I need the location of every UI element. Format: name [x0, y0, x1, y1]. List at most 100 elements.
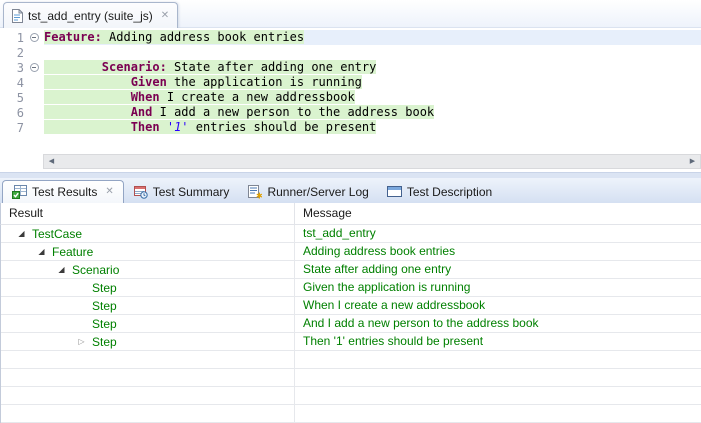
editor-line[interactable]: Scenario: State after adding one entry	[44, 60, 701, 75]
tab-label: Test Description	[407, 185, 492, 199]
result-cell: Step	[1, 297, 295, 314]
tab-test-description[interactable]: Test Description	[378, 180, 501, 203]
line-number: 5	[0, 91, 26, 105]
column-header-result[interactable]: Result	[1, 203, 295, 224]
code-segment: Feature:	[44, 30, 102, 44]
result-cell: ◢TestCase	[1, 225, 295, 242]
editor-tab-bar: tst_add_entry (suite_js) ✕	[0, 0, 701, 28]
editor-line[interactable]: Feature: Adding address book entries	[44, 30, 701, 45]
test-results-icon	[12, 185, 27, 199]
results-panel-tab-bar: Test Results ✕ Test Summary	[0, 178, 701, 203]
line-highlight: And I add a new person to the address bo…	[44, 105, 434, 119]
collapsed-arrow-icon[interactable]: ▷	[75, 337, 88, 346]
editor-code-area[interactable]: Feature: Adding address book entries Sce…	[44, 30, 701, 135]
test-description-icon	[387, 185, 402, 198]
results-table-body: ◢TestCasetst_add_entry◢FeatureAdding add…	[0, 225, 701, 423]
close-icon[interactable]: ✕	[158, 11, 169, 21]
result-label: Scenario	[72, 263, 119, 277]
editor-tab[interactable]: tst_add_entry (suite_js) ✕	[3, 2, 178, 28]
message-cell: Then '1' entries should be present	[295, 333, 701, 350]
column-header-message[interactable]: Message	[295, 203, 701, 224]
code-segment: I create a new addressbook	[160, 90, 355, 104]
result-cell	[1, 387, 295, 404]
fold-column	[26, 63, 42, 72]
line-highlight: Then '1' entries should be present	[44, 120, 376, 134]
code-segment: the application is running	[167, 75, 362, 89]
gutter-row: 6	[0, 105, 44, 120]
editor-tab-title: tst_add_entry (suite_js)	[28, 9, 153, 23]
message-cell: tst_add_entry	[295, 225, 701, 242]
horizontal-scrollbar[interactable]: ◀ ▶	[43, 154, 701, 169]
empty-row	[1, 387, 701, 405]
code-segment: Then	[131, 120, 160, 134]
gutter-row: 4	[0, 75, 44, 90]
fold-collapse-icon[interactable]	[30, 33, 39, 42]
fold-collapse-icon[interactable]	[30, 63, 39, 72]
gutter-row: 7	[0, 120, 44, 135]
results-table-header: Result Message	[0, 203, 701, 225]
result-label: Step	[92, 281, 117, 295]
line-highlight: Given the application is running	[44, 75, 362, 89]
editor-line[interactable]	[44, 45, 701, 60]
editor-line[interactable]: Given the application is running	[44, 75, 701, 90]
gutter-row: 1	[0, 30, 44, 45]
message-cell	[295, 351, 701, 368]
empty-row	[1, 405, 701, 423]
scroll-left-icon[interactable]: ◀	[44, 155, 59, 168]
result-label: Step	[92, 335, 117, 349]
test-summary-icon	[133, 185, 148, 199]
empty-row	[1, 351, 701, 369]
result-label: Step	[92, 317, 117, 331]
result-cell	[1, 369, 295, 386]
fold-column	[26, 33, 42, 42]
message-cell: And I add a new person to the address bo…	[295, 315, 701, 332]
result-cell: ◢Feature	[1, 243, 295, 260]
result-label: Step	[92, 299, 117, 313]
expanded-arrow-icon[interactable]: ◢	[15, 229, 28, 238]
file-icon	[11, 9, 23, 23]
close-icon[interactable]: ✕	[102, 187, 113, 197]
expanded-arrow-icon[interactable]: ◢	[35, 247, 48, 256]
result-tree-row[interactable]: Step And I add a new person to the addres…	[1, 315, 701, 333]
code-segment: When	[131, 90, 160, 104]
result-tree-row[interactable]: Step When I create a new addressbook	[1, 297, 701, 315]
line-highlight: Feature: Adding address book entries	[44, 30, 304, 44]
line-number: 2	[0, 46, 26, 60]
gutter-row: 2	[0, 45, 44, 60]
tab-label: Runner/Server Log	[267, 185, 368, 199]
code-segment: Adding address book entries	[102, 30, 304, 44]
tab-runner-server-log[interactable]: ✱ Runner/Server Log	[238, 180, 377, 203]
result-tree-row[interactable]: ◢ Scenario State after adding one entry	[1, 261, 701, 279]
line-number: 4	[0, 76, 26, 90]
editor-line[interactable]: Then '1' entries should be present	[44, 120, 701, 135]
code-segment: Given	[131, 75, 167, 89]
editor-line[interactable]: When I create a new addressbook	[44, 90, 701, 105]
message-cell	[295, 405, 701, 422]
message-cell: State after adding one entry	[295, 261, 701, 278]
result-tree-row[interactable]: ◢FeatureAdding address book entries	[1, 243, 701, 261]
code-segment	[44, 75, 131, 89]
tab-test-summary[interactable]: Test Summary	[124, 180, 239, 203]
result-cell: Step	[1, 279, 295, 296]
result-cell	[1, 405, 295, 422]
message-cell: When I create a new addressbook	[295, 297, 701, 314]
scroll-right-icon[interactable]: ▶	[685, 155, 700, 168]
code-editor[interactable]: 1234567 Feature: Adding address book ent…	[0, 28, 701, 154]
result-cell: ◢ Scenario	[1, 261, 295, 278]
svg-text:✱: ✱	[256, 191, 262, 199]
editor-line[interactable]: And I add a new person to the address bo…	[44, 105, 701, 120]
runner-server-log-icon: ✱	[247, 185, 262, 199]
result-tree-row[interactable]: ▷ Step Then '1' entries should be present	[1, 333, 701, 351]
message-cell: Adding address book entries	[295, 243, 701, 260]
expanded-arrow-icon[interactable]: ◢	[55, 265, 68, 274]
tab-test-results[interactable]: Test Results ✕	[2, 180, 124, 203]
message-cell	[295, 369, 701, 386]
code-segment: And	[131, 105, 153, 119]
line-highlight: When I create a new addressbook	[44, 90, 355, 104]
result-tree-row[interactable]: StepGiven the application is running	[1, 279, 701, 297]
result-tree-row[interactable]: ◢TestCasetst_add_entry	[1, 225, 701, 243]
line-highlight: Scenario: State after adding one entry	[44, 60, 376, 74]
code-segment: entries should be present	[189, 120, 377, 134]
code-segment	[44, 105, 131, 119]
line-number: 3	[0, 61, 26, 75]
